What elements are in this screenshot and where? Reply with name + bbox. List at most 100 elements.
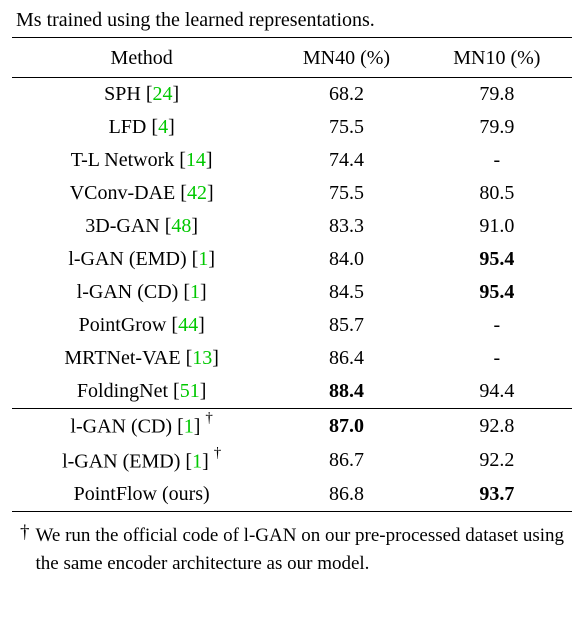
citation-link[interactable]: 13 — [192, 347, 212, 369]
cell-method: SPH [24] — [12, 78, 271, 112]
method-name: PointGrow — [79, 314, 167, 336]
value-mn10: 95.4 — [479, 248, 514, 270]
table-row: FoldingNet [51]88.4 94.4 — [12, 375, 572, 409]
value-mn10: 92.2 — [479, 449, 514, 471]
method-name: 3D-GAN — [85, 215, 159, 237]
cell-mn40: 75.5 — [271, 111, 421, 144]
citation-link[interactable]: 51 — [180, 380, 200, 402]
cell-method: l-GAN (EMD) [1] † — [12, 444, 271, 479]
cell-mn10: - — [422, 144, 572, 177]
cell-mn40: 75.5 — [271, 177, 421, 210]
cell-mn10: - — [422, 309, 572, 342]
citation-link[interactable]: 1 — [190, 281, 200, 303]
value-mn10: 91.0 — [479, 215, 514, 237]
value-mn40: 75.5 — [329, 182, 364, 204]
truncated-caption-text: Ms trained using the learned representat… — [16, 6, 568, 35]
cell-method: LFD [4] — [12, 111, 271, 144]
value-mn10: 79.9 — [479, 116, 514, 138]
method-name: l-GAN (EMD) — [62, 450, 180, 472]
value-mn10: - — [493, 149, 500, 171]
cell-method: PointFlow (ours) — [12, 478, 271, 512]
method-name: T-L Network — [71, 149, 175, 171]
citation-link[interactable]: 48 — [171, 215, 191, 237]
cell-method: MRTNet-VAE [13] — [12, 342, 271, 375]
cell-mn10: 95.4 — [422, 276, 572, 309]
method-name: l-GAN (CD) — [70, 416, 172, 438]
value-mn40: 68.2 — [329, 83, 364, 105]
footnote-text: We run the official code of l-GAN on our… — [36, 522, 565, 577]
cell-mn10: - — [422, 342, 572, 375]
citation-link[interactable]: 42 — [187, 182, 207, 204]
cell-mn10: 93.7 — [422, 478, 572, 512]
citation-link[interactable]: 44 — [178, 314, 198, 336]
value-mn10: 95.4 — [479, 281, 514, 303]
value-mn10: 79.8 — [479, 83, 514, 105]
col-mn10: MN10 (%) — [422, 38, 572, 78]
value-mn40: 83.3 — [329, 215, 364, 237]
table-footnote: † We run the official code of l-GAN on o… — [20, 522, 564, 577]
cell-mn10: 92.2 — [422, 444, 572, 479]
dagger-icon: † — [205, 410, 213, 426]
value-mn40: 74.4 — [329, 149, 364, 171]
value-mn10: - — [493, 347, 500, 369]
cell-mn10: 94.4 — [422, 375, 572, 409]
cell-mn10: 80.5 — [422, 177, 572, 210]
results-table: Method MN40 (%) MN10 (%) SPH [24] 68.2 79.… — [12, 37, 572, 512]
value-mn40: 86.8 — [329, 483, 364, 505]
cell-mn40: 84.0 — [271, 243, 421, 276]
method-name: FoldingNet — [77, 380, 168, 402]
cell-method: FoldingNet [51] — [12, 375, 271, 409]
table-row: l-GAN (CD) [1] †87.0 92.8 — [12, 409, 572, 444]
method-name: PointFlow (ours) — [74, 483, 210, 505]
cell-mn40: 83.3 — [271, 210, 421, 243]
cell-mn40: 85.7 — [271, 309, 421, 342]
method-name: LFD — [109, 116, 147, 138]
citation-link[interactable]: 4 — [158, 116, 168, 138]
cell-mn40: 86.4 — [271, 342, 421, 375]
cell-mn10: 79.8 — [422, 78, 572, 112]
method-name: l-GAN (CD) — [77, 281, 179, 303]
cell-mn10: 95.4 — [422, 243, 572, 276]
cell-mn40: 86.8 — [271, 478, 421, 512]
cell-mn40: 68.2 — [271, 78, 421, 112]
cell-mn40: 87.0 — [271, 409, 421, 444]
value-mn10: 80.5 — [479, 182, 514, 204]
cell-method: l-GAN (CD) [1] — [12, 276, 271, 309]
citation-link[interactable]: 1 — [198, 248, 208, 270]
cell-method: l-GAN (EMD) [1] — [12, 243, 271, 276]
cell-mn40: 74.4 — [271, 144, 421, 177]
value-mn40: 75.5 — [329, 116, 364, 138]
table-row: LFD [4] 75.5 79.9 — [12, 111, 572, 144]
value-mn10: - — [493, 314, 500, 336]
cell-method: VConv-DAE [42] — [12, 177, 271, 210]
table-row: PointFlow (ours) 86.8 93.7 — [12, 478, 572, 512]
value-mn10: 94.4 — [479, 380, 514, 402]
table-row: T-L Network [14] 74.4 - — [12, 144, 572, 177]
cell-mn40: 86.7 — [271, 444, 421, 479]
table-row: l-GAN (CD) [1]84.5 95.4 — [12, 276, 572, 309]
value-mn10: 93.7 — [479, 483, 514, 505]
col-mn40: MN40 (%) — [271, 38, 421, 78]
value-mn40: 84.0 — [329, 248, 364, 270]
value-mn40: 85.7 — [329, 314, 364, 336]
dagger-icon: † — [214, 445, 222, 461]
col-method: Method — [12, 38, 271, 78]
cell-mn40: 84.5 — [271, 276, 421, 309]
cell-method: T-L Network [14] — [12, 144, 271, 177]
citation-link[interactable]: 14 — [186, 149, 206, 171]
cell-mn40: 88.4 — [271, 375, 421, 409]
cell-method: l-GAN (CD) [1] † — [12, 409, 271, 444]
method-name: MRTNet-VAE — [64, 347, 180, 369]
cell-method: PointGrow [44] — [12, 309, 271, 342]
cell-mn10: 79.9 — [422, 111, 572, 144]
citation-link[interactable]: 1 — [192, 450, 202, 472]
value-mn10: 92.8 — [479, 415, 514, 437]
table-row: l-GAN (EMD) [1] 84.0 95.4 — [12, 243, 572, 276]
method-name: l-GAN (EMD) — [68, 248, 186, 270]
citation-link[interactable]: 24 — [153, 83, 173, 105]
table-row: 3D-GAN [48]83.391.0 — [12, 210, 572, 243]
table-row: PointGrow [44] 85.7 - — [12, 309, 572, 342]
citation-link[interactable]: 1 — [184, 416, 194, 438]
method-name: SPH — [104, 83, 141, 105]
value-mn40: 86.7 — [329, 449, 364, 471]
